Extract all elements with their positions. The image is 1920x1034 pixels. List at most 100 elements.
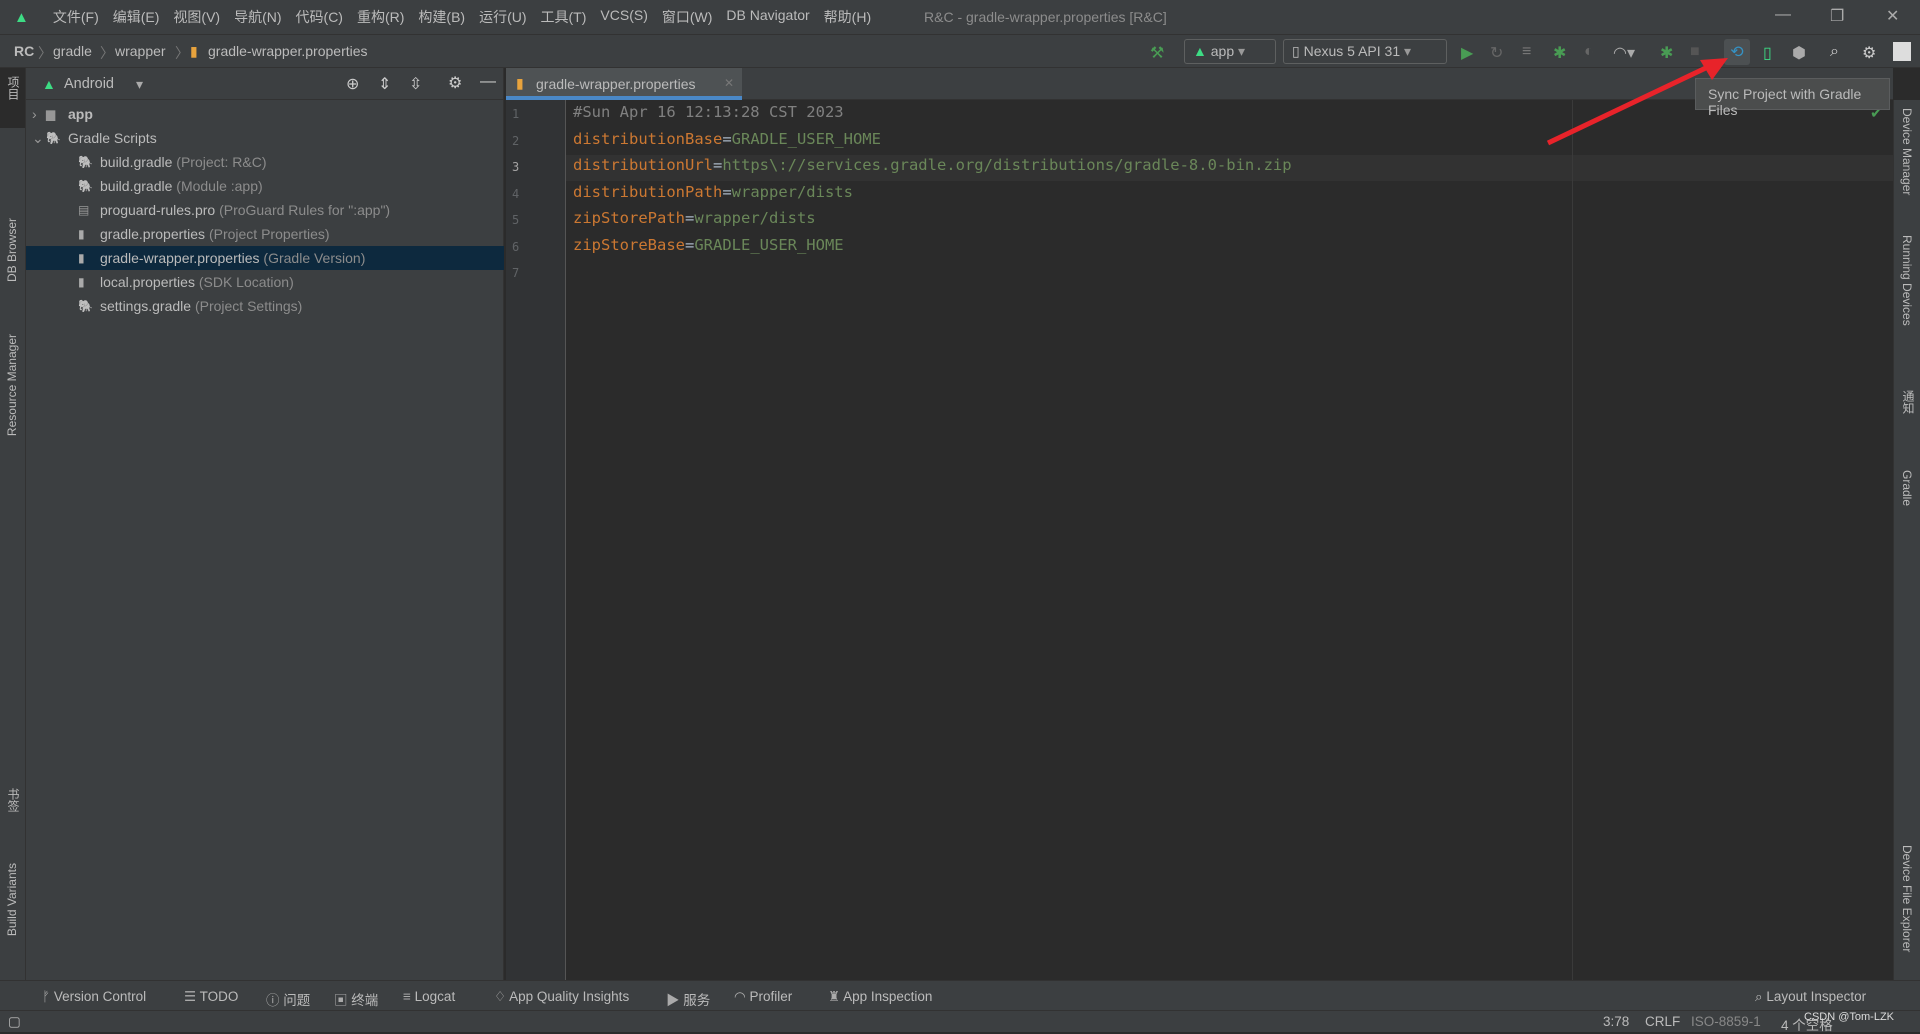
menu-item[interactable]: 代码(C) [296, 7, 343, 27]
tool-db-browser[interactable]: DB Browser [5, 218, 19, 282]
right-margin-guide [1572, 100, 1573, 980]
tree-item-hint: (Project Properties) [208, 226, 330, 242]
project-view-select[interactable]: Android [64, 76, 114, 92]
menu-item[interactable]: VCS(S) [600, 7, 647, 27]
code-line[interactable]: distributionUrl=https\://services.gradle… [573, 156, 1292, 174]
code-line[interactable]: #Sun Apr 16 12:13:28 CST 2023 [573, 103, 844, 121]
tree-item-label: Gradle Scripts [68, 130, 157, 146]
collapse-all-icon[interactable]: ⇳ [409, 74, 422, 94]
hide-panel-icon[interactable]: — [480, 73, 496, 91]
code-line[interactable]: distributionBase=GRADLE_USER_HOME [573, 130, 881, 148]
tree-item[interactable]: 🐘 build.gradle (Project: R&C) [26, 150, 504, 174]
tree-item[interactable]: ▤ proguard-rules.pro (ProGuard Rules for … [26, 198, 504, 222]
tree-item-label: gradle.properties [100, 226, 206, 242]
inspection-icon: ♜ [828, 989, 841, 1004]
quality-icon: ♢ [494, 989, 507, 1004]
menu-item[interactable]: 重构(R) [357, 7, 404, 27]
chevron-right-icon[interactable]: › [32, 102, 37, 126]
tool-info[interactable]: ⓘ 问题 [266, 989, 310, 1009]
property-value: wrapper/dists [694, 209, 816, 227]
expand-all-icon[interactable]: ⇕ [378, 74, 391, 94]
code-line[interactable]: distributionPath=wrapper/dists [573, 183, 853, 201]
tool-running-devices[interactable]: Running Devices [1900, 235, 1914, 326]
device-select[interactable]: ▯ Nexus 5 API 31 ▾ [1283, 39, 1447, 64]
menu-item[interactable]: DB Navigator [726, 7, 809, 27]
gear-icon[interactable]: ⚙ [448, 73, 462, 93]
tool-device-file-explorer[interactable]: Device File Explorer [1900, 845, 1914, 952]
tree-item-hint: (Project Settings) [194, 298, 303, 314]
caret-position[interactable]: 3:78 [1603, 1014, 1629, 1029]
tool-device-manager[interactable]: Device Manager [1900, 108, 1914, 195]
device-manager-icon[interactable]: ▯ [1763, 43, 1772, 63]
close-tab-icon[interactable]: ✕ [724, 76, 734, 90]
minimize-button[interactable]: — [1775, 6, 1791, 24]
avatar[interactable] [1893, 42, 1911, 61]
search-icon[interactable]: ⌕ [1830, 43, 1839, 61]
project-panel-header: ▲ Android ▾ ⊕ ⇕ ⇳ ⚙ — [26, 68, 503, 100]
menu-item[interactable]: 帮助(H) [824, 7, 871, 27]
properties-file-icon: ▮ [190, 43, 198, 59]
tree-item[interactable]: 🐘 build.gradle (Module :app) [26, 174, 504, 198]
chevron-down-icon[interactable]: ⌄ [32, 126, 44, 150]
tree-item[interactable]: 🐘 settings.gradle (Project Settings) [26, 294, 504, 318]
tool-bookmarks[interactable]: 书签 [5, 788, 22, 812]
tool-profiler[interactable]: ◠ Profiler [734, 989, 792, 1005]
window-title: R&C - gradle-wrapper.properties [R&C] [924, 9, 1167, 25]
menu-item[interactable]: 构建(B) [418, 7, 465, 27]
tool-notifications[interactable]: 通知 [1900, 390, 1917, 414]
tab-gradle-wrapper-properties[interactable]: ▮ gradle-wrapper.properties ✕ [506, 68, 742, 100]
chevron-down-icon[interactable]: ▾ [136, 76, 143, 93]
tree-item[interactable]: › ▆ app [26, 102, 504, 126]
tool-gradle[interactable]: Gradle [1900, 470, 1914, 506]
menu-item[interactable]: 导航(N) [234, 7, 281, 27]
line-separator[interactable]: CRLF [1645, 1014, 1680, 1029]
tool-layout-inspector[interactable]: ⌕ Layout Inspector [1755, 989, 1866, 1005]
locate-file-icon[interactable]: ⊕ [346, 74, 359, 94]
tool-resource-manager[interactable]: Resource Manager [5, 334, 19, 436]
tool-branch[interactable]: ᚠ Version Control [42, 989, 146, 1004]
file-encoding[interactable]: ISO-8859-1 [1691, 1014, 1761, 1029]
menu-item[interactable]: 文件(F) [53, 7, 99, 27]
tool-terminal[interactable]: ▣ 终端 [334, 989, 378, 1009]
breadcrumb-file[interactable]: gradle-wrapper.properties [208, 43, 368, 59]
apply-changes-icon[interactable]: ↻ [1490, 43, 1503, 63]
tool-inspection[interactable]: ♜ App Inspection [828, 989, 932, 1005]
sdk-manager-icon[interactable]: ⬢ [1792, 43, 1806, 63]
menu-item[interactable]: 工具(T) [541, 7, 587, 27]
run-icon[interactable]: ▶ [1461, 43, 1473, 63]
breadcrumb-project[interactable]: RC [14, 43, 34, 59]
restore-button[interactable]: ❐ [1830, 6, 1844, 26]
menu-item[interactable]: 编辑(E) [113, 7, 160, 27]
apply-code-changes-icon[interactable]: ≡ [1522, 43, 1531, 61]
tool-list[interactable]: ☰ TODO [184, 989, 238, 1005]
breadcrumb-wrapper[interactable]: wrapper [115, 43, 166, 59]
tree-item-label: local.properties [100, 274, 195, 290]
toggle-tool-windows-icon[interactable]: ▢ [8, 1014, 21, 1030]
tool-build-variants[interactable]: Build Variants [5, 863, 19, 936]
menu-item[interactable]: 窗口(W) [662, 7, 713, 27]
menu-item[interactable]: 运行(U) [479, 7, 526, 27]
tool-project[interactable]: 项目 [5, 76, 22, 100]
property-key: distributionPath [573, 182, 723, 201]
code-line[interactable]: zipStorePath=wrapper/dists [573, 209, 816, 227]
profiler-icon: ◠ [734, 989, 746, 1004]
tool-logcat[interactable]: ≡ Logcat [403, 989, 455, 1004]
terminal-icon: ▣ [334, 993, 348, 1008]
close-window-button[interactable]: ✕ [1886, 6, 1899, 26]
menu-item[interactable]: 视图(V) [173, 7, 220, 27]
breadcrumb-gradle[interactable]: gradle [53, 43, 92, 59]
build-hammer-icon[interactable]: ⚒ [1150, 43, 1164, 63]
gear-icon[interactable]: ⚙ [1862, 43, 1876, 63]
services-icon: ▶ [666, 993, 680, 1008]
tree-item[interactable]: ▮ local.properties (SDK Location) [26, 270, 504, 294]
tree-item[interactable]: ⌄ 🐘 Gradle Scripts [26, 126, 504, 150]
tree-item[interactable]: ▮ gradle-wrapper.properties (Gradle Versi… [26, 246, 504, 270]
properties-icon: ▮ [78, 227, 85, 241]
line-number: 6 [512, 239, 520, 254]
run-config-select[interactable]: ▲ app ▾ [1184, 39, 1276, 64]
code-line[interactable]: zipStoreBase=GRADLE_USER_HOME [573, 236, 844, 254]
tool-quality[interactable]: ♢ App Quality Insights [494, 989, 629, 1005]
gradle-icon: 🐘 [78, 155, 93, 169]
tree-item[interactable]: ▮ gradle.properties (Project Properties) [26, 222, 504, 246]
tool-services[interactable]: ▶ 服务 [666, 989, 710, 1009]
